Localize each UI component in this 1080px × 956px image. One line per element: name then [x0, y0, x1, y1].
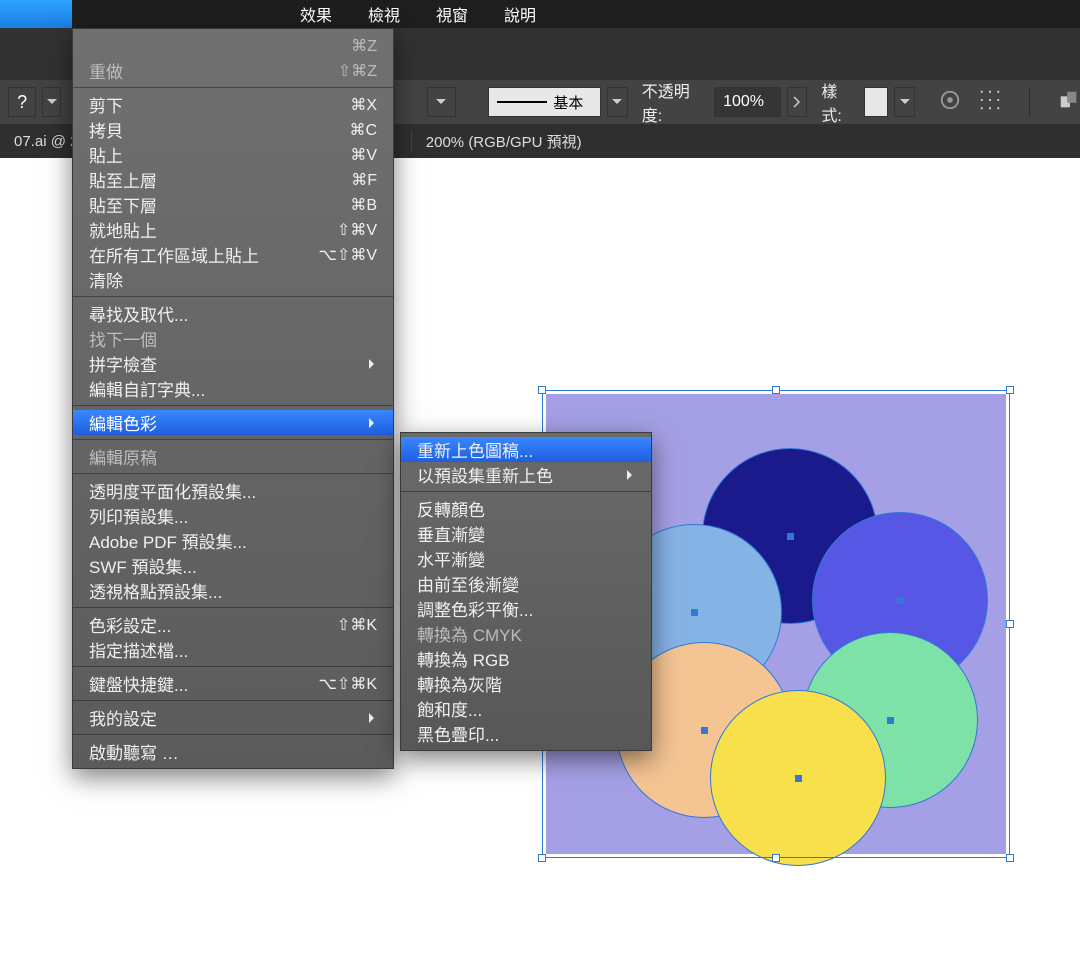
smi-to-rgb[interactable]: 轉換為 RGB	[401, 646, 651, 671]
arrange-icon[interactable]	[1058, 89, 1080, 116]
style-dropdown[interactable]	[894, 87, 915, 117]
mi-redo[interactable]: 重做⇧⌘Z	[73, 58, 393, 83]
help-dropdown[interactable]	[42, 87, 61, 117]
smi-saturate[interactable]: 飽和度...	[401, 696, 651, 721]
stroke-style[interactable]: 基本	[488, 87, 601, 117]
recolor-icon[interactable]	[939, 89, 961, 116]
mi-pdf-presets[interactable]: Adobe PDF 預設集...	[73, 528, 393, 553]
doc-tab-b[interactable]: 200% (RGB/GPU 預視)	[411, 131, 596, 152]
smi-overprint[interactable]: 黑色疊印...	[401, 721, 651, 746]
top-menubar: 效果 檢視 視窗 說明	[0, 0, 1080, 28]
mi-dictation[interactable]: 啟動聽寫 …	[73, 739, 393, 764]
menu-view[interactable]: 檢視	[350, 2, 418, 26]
mi-keyboard-shortcuts[interactable]: 鍵盤快捷鍵...⌥⇧⌘K	[73, 671, 393, 696]
mi-find[interactable]: 尋找及取代...	[73, 301, 393, 326]
menu-help[interactable]: 說明	[486, 2, 554, 26]
help-button[interactable]: ?	[8, 87, 36, 117]
mi-find-next[interactable]: 找下一個	[73, 326, 393, 351]
mi-spell[interactable]: 拼字檢查	[73, 351, 393, 376]
smi-to-cmyk[interactable]: 轉換為 CMYK	[401, 621, 651, 646]
smi-blend-h[interactable]: 水平漸變	[401, 546, 651, 571]
smi-to-gray[interactable]: 轉換為灰階	[401, 671, 651, 696]
style-swatch[interactable]	[864, 87, 889, 117]
mi-print-presets[interactable]: 列印預設集...	[73, 503, 393, 528]
mi-paste-front[interactable]: 貼至上層⌘F	[73, 167, 393, 192]
selection-handle-tm[interactable]	[772, 386, 780, 394]
mi-paste-all[interactable]: 在所有工作區域上貼上⌥⇧⌘V	[73, 242, 393, 267]
mi-paste-back[interactable]: 貼至下層⌘B	[73, 192, 393, 217]
smi-blend-v[interactable]: 垂直漸變	[401, 521, 651, 546]
smi-invert[interactable]: 反轉顏色	[401, 496, 651, 521]
selection-handle-br[interactable]	[1006, 854, 1014, 862]
smi-recolor[interactable]: 重新上色圖稿...	[401, 437, 651, 462]
mi-perspective-presets[interactable]: 透視格點預設集...	[73, 578, 393, 603]
fill-dropdown[interactable]	[427, 87, 455, 117]
edit-menu-dropdown: ⌘Z 重做⇧⌘Z 剪下⌘X 拷貝⌘C 貼上⌘V 貼至上層⌘F 貼至下層⌘B 就地…	[72, 28, 394, 769]
selection-handle-mr[interactable]	[1006, 620, 1014, 628]
align-icon[interactable]	[979, 89, 1001, 116]
opacity-label: 不透明度:	[642, 78, 706, 126]
mi-flatten[interactable]: 透明度平面化預設集...	[73, 478, 393, 503]
mi-paste[interactable]: 貼上⌘V	[73, 142, 393, 167]
mi-edit-colors[interactable]: 編輯色彩	[73, 410, 393, 435]
selection-handle-tl[interactable]	[538, 386, 546, 394]
menu-window[interactable]: 視窗	[418, 2, 486, 26]
mi-cut[interactable]: 剪下⌘X	[73, 92, 393, 117]
mi-undo[interactable]: ⌘Z	[73, 33, 393, 58]
selection-handle-tr[interactable]	[1006, 386, 1014, 394]
opacity-field[interactable]: 100%	[714, 87, 780, 117]
mi-my-settings[interactable]: 我的設定	[73, 705, 393, 730]
mi-copy[interactable]: 拷貝⌘C	[73, 117, 393, 142]
style-label: 樣式:	[821, 78, 855, 126]
smi-color-balance[interactable]: 調整色彩平衡...	[401, 596, 651, 621]
mi-edit-original[interactable]: 編輯原稿	[73, 444, 393, 469]
menu-effect[interactable]: 效果	[282, 2, 350, 26]
selection-handle-bm[interactable]	[772, 854, 780, 862]
mi-color-settings[interactable]: 色彩設定...⇧⌘K	[73, 612, 393, 637]
mi-swf-presets[interactable]: SWF 預設集...	[73, 553, 393, 578]
smi-recolor-preset[interactable]: 以預設集重新上色	[401, 462, 651, 487]
smi-blend-fb[interactable]: 由前至後漸變	[401, 571, 651, 596]
edit-menu-trigger[interactable]	[0, 0, 72, 28]
mi-clear[interactable]: 清除	[73, 267, 393, 292]
stroke-style-dropdown[interactable]	[607, 87, 628, 117]
edit-colors-submenu: 重新上色圖稿... 以預設集重新上色 反轉顏色 垂直漸變 水平漸變 由前至後漸變…	[400, 432, 652, 751]
mi-assign-profile[interactable]: 指定描述檔...	[73, 637, 393, 662]
opacity-more[interactable]	[787, 87, 808, 117]
mi-dict[interactable]: 編輯自訂字典...	[73, 376, 393, 401]
mi-paste-in-place[interactable]: 就地貼上⇧⌘V	[73, 217, 393, 242]
selection-handle-bl[interactable]	[538, 854, 546, 862]
